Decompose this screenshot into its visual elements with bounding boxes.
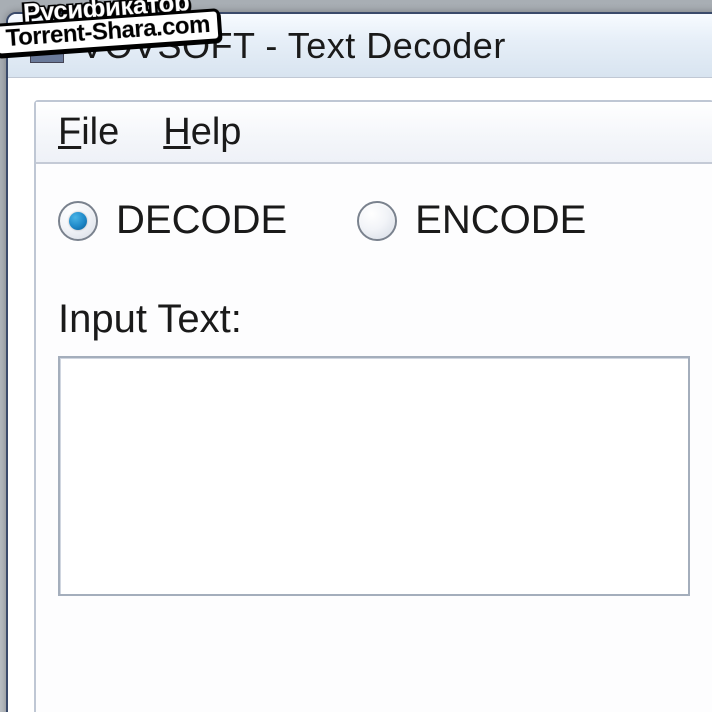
radio-decode-indicator <box>58 201 98 241</box>
menu-help-rest: elp <box>191 111 242 153</box>
radio-encode-label: ENCODE <box>415 198 586 243</box>
input-text-label: Input Text: <box>36 243 712 356</box>
radio-encode[interactable]: ENCODE <box>357 198 586 243</box>
radio-decode-label: DECODE <box>116 198 287 243</box>
client-area: File Help DECODE ENCODE <box>8 78 712 712</box>
radio-decode[interactable]: DECODE <box>58 198 287 243</box>
desktop-background: VOVSOFT - Text Decoder File Help DECODE <box>0 0 712 712</box>
radio-encode-indicator <box>357 201 397 241</box>
menu-file[interactable]: File <box>58 111 119 154</box>
menu-help[interactable]: Help <box>163 111 241 154</box>
menu-file-rest: ile <box>81 111 119 153</box>
main-panel: File Help DECODE ENCODE <box>34 100 712 712</box>
menubar: File Help <box>36 102 712 164</box>
app-window: VOVSOFT - Text Decoder File Help DECODE <box>6 12 712 712</box>
input-textarea[interactable] <box>58 356 690 596</box>
mode-row: DECODE ENCODE <box>36 164 712 243</box>
